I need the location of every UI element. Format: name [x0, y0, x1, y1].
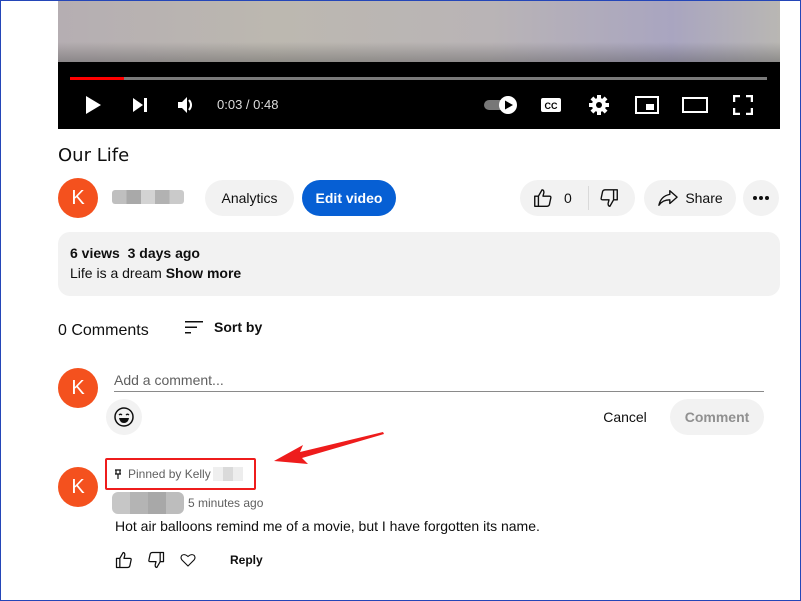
emoji-button[interactable]	[106, 399, 142, 435]
comments-count: 0 Comments	[58, 322, 149, 339]
add-comment-input[interactable]	[114, 368, 764, 392]
volume-icon	[178, 97, 192, 113]
captions-icon: CC	[541, 98, 561, 112]
description-box[interactable]: 6 views 3 days ago Life is a dream Show …	[58, 232, 780, 296]
like-button[interactable]: 0	[520, 180, 572, 216]
share-label: Share	[685, 190, 723, 206]
video-title: Our Life	[58, 145, 130, 166]
smiley-emoji-icon	[114, 407, 134, 427]
analytics-label: Analytics	[221, 190, 278, 206]
like-dislike-group: 0	[520, 180, 635, 216]
more-actions-button[interactable]	[743, 180, 779, 216]
share-button[interactable]: Share	[644, 180, 736, 216]
annotation-arrow-icon	[274, 432, 384, 464]
heart-icon	[180, 554, 196, 567]
cancel-button[interactable]: Cancel	[587, 399, 663, 435]
like-count: 0	[564, 190, 572, 206]
volume-button[interactable]	[174, 92, 200, 118]
video-frame[interactable]	[58, 0, 780, 62]
time-display: 0:03 / 0:48	[217, 97, 279, 112]
play-icon	[86, 96, 101, 114]
pinned-label: Pinned by Kelly	[128, 467, 211, 481]
thumbs-down-icon	[148, 551, 165, 569]
svg-text:CC: CC	[545, 101, 558, 111]
comment-author-avatar[interactable]: K	[58, 467, 98, 507]
progress-fill	[70, 77, 125, 80]
edit-video-label: Edit video	[315, 190, 383, 206]
miniplayer-button[interactable]	[634, 92, 660, 118]
dislike-button[interactable]	[589, 180, 629, 216]
thumbs-down-icon	[600, 189, 618, 207]
description-body: Life is a dream Show more	[70, 265, 768, 281]
analytics-button[interactable]: Analytics	[205, 180, 294, 216]
more-horizontal-icon	[753, 196, 769, 200]
video-player[interactable]: 0:03 / 0:48 CC	[58, 0, 780, 129]
player-controls: 0:03 / 0:48 CC	[58, 86, 780, 124]
sort-icon	[185, 321, 203, 334]
channel-avatar-letter: K	[71, 186, 85, 209]
captions-button[interactable]: CC	[538, 92, 564, 118]
comment-author-name-obscured[interactable]	[112, 492, 184, 514]
comment-author-avatar-letter: K	[71, 475, 85, 498]
progress-bar[interactable]	[70, 77, 767, 80]
user-avatar: K	[58, 368, 98, 408]
show-more-link[interactable]: Show more	[166, 265, 241, 281]
fullscreen-icon	[733, 95, 753, 115]
cancel-label: Cancel	[603, 409, 647, 425]
comment-submit-button[interactable]: Comment	[670, 399, 764, 435]
miniplayer-icon	[635, 96, 659, 114]
autoplay-toggle[interactable]	[482, 92, 520, 118]
thumbs-up-icon	[534, 189, 552, 207]
reply-button[interactable]: Reply	[230, 553, 263, 567]
settings-button[interactable]	[586, 92, 612, 118]
comment-like-button[interactable]	[112, 548, 136, 572]
channel-avatar[interactable]: K	[58, 178, 98, 218]
user-avatar-letter: K	[71, 376, 85, 399]
comment-heart-button[interactable]	[176, 548, 200, 572]
comment-text: Hot air balloons remind me of a movie, b…	[115, 518, 540, 534]
pinned-badge: Pinned by Kelly	[114, 467, 243, 481]
edit-video-button[interactable]: Edit video	[302, 180, 396, 216]
channel-name-obscured[interactable]	[112, 190, 184, 204]
thumbs-up-icon	[115, 551, 132, 569]
fullscreen-button[interactable]	[730, 92, 756, 118]
pinned-name-obscured	[212, 467, 243, 481]
theater-mode-icon	[682, 97, 708, 113]
view-count: 6 views	[70, 245, 120, 261]
description-meta: 6 views 3 days ago	[70, 245, 768, 261]
autoplay-toggle-icon	[484, 96, 517, 114]
comment-actions: Reply	[112, 548, 263, 572]
sort-by-label: Sort by	[214, 319, 263, 335]
theater-mode-button[interactable]	[682, 92, 708, 118]
play-button[interactable]	[80, 92, 106, 118]
upload-age: 3 days ago	[127, 245, 200, 261]
next-button[interactable]	[127, 92, 153, 118]
settings-icon	[589, 95, 609, 115]
description-text: Life is a dream	[70, 265, 162, 281]
pin-icon	[115, 468, 121, 479]
comment-time[interactable]: 5 minutes ago	[188, 496, 263, 510]
comment-submit-label: Comment	[684, 409, 750, 425]
share-icon	[658, 190, 679, 206]
comment-dislike-button[interactable]	[144, 548, 168, 572]
sort-by-button[interactable]: Sort by	[184, 319, 262, 335]
next-icon	[133, 98, 147, 112]
